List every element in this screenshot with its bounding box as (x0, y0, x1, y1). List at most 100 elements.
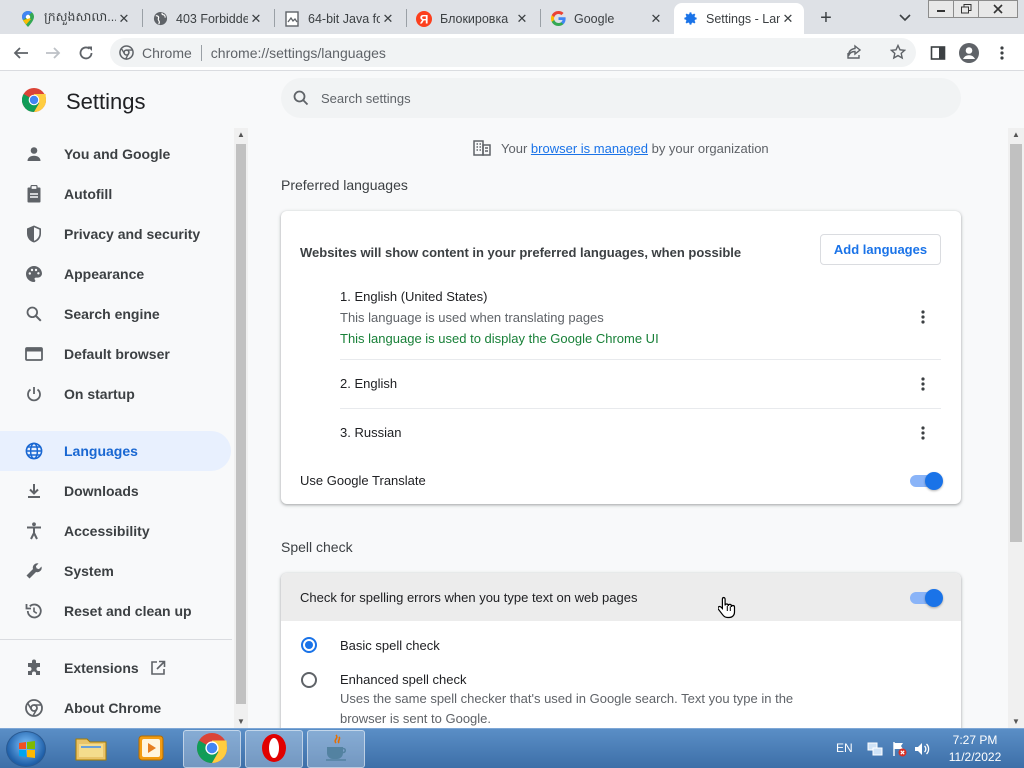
sidebar-item-downloads[interactable]: Downloads (0, 471, 231, 511)
basic-spell-check-radio[interactable] (301, 637, 317, 653)
taskbar-google-chrome[interactable] (183, 730, 241, 768)
share-icon[interactable] (846, 44, 862, 63)
language-options-kebab-icon[interactable] (913, 374, 933, 394)
sidebar-item-on-startup[interactable]: On startup (0, 374, 231, 414)
wrench-icon (24, 561, 44, 581)
tab-403-forbidden[interactable]: 403 Forbidden ✕ (144, 3, 272, 34)
sidebar-item-search-engine[interactable]: Search engine (0, 294, 231, 334)
sidebar-item-you-and-google[interactable]: You and Google (0, 134, 231, 174)
tab-maps[interactable]: ក្រសួងសាលា... ✕ (12, 3, 140, 34)
close-icon[interactable]: ✕ (248, 11, 264, 27)
sidebar-item-autofill[interactable]: Autofill (0, 174, 231, 214)
back-button[interactable] (8, 40, 34, 66)
profile-avatar[interactable] (956, 40, 982, 66)
spell-check-toggle[interactable] (910, 589, 943, 607)
scroll-down-arrow-icon[interactable]: ▼ (234, 717, 248, 726)
action-center-flag-icon[interactable] (891, 741, 907, 757)
close-icon[interactable]: ✕ (380, 11, 396, 27)
taskbar-opera[interactable] (245, 730, 303, 768)
windows-taskbar: EN 7:27 PM 11/2/2022 (0, 728, 1024, 768)
new-tab-button[interactable]: + (814, 6, 838, 30)
close-icon[interactable]: ✕ (116, 11, 132, 27)
sidebar-item-appearance[interactable]: Appearance (0, 254, 231, 294)
tab-google[interactable]: Google ✕ (542, 3, 672, 34)
window-close-button[interactable] (978, 0, 1018, 18)
google-translate-toggle[interactable] (910, 472, 943, 490)
basic-spell-check-label: Basic spell check (340, 638, 440, 653)
tab-yandex[interactable]: Я Блокировка ✕ (408, 3, 538, 34)
language-item: 2. English (340, 376, 398, 391)
minimize-button[interactable] (928, 0, 954, 18)
reload-button[interactable] (73, 40, 99, 66)
clock-date: 11/2/2022 (948, 750, 1002, 764)
system-clock[interactable]: 7:27 PM 11/2/2022 (940, 732, 1010, 766)
managed-notice: Your browser is managed by your organiza… (473, 140, 769, 156)
sidebar-item-default-browser[interactable]: Default browser (0, 334, 231, 374)
restore-button[interactable] (953, 0, 979, 18)
search-settings[interactable] (281, 78, 961, 118)
menu-kebab-icon[interactable] (989, 40, 1015, 66)
person-icon (24, 144, 44, 164)
language-options-kebab-icon[interactable] (913, 423, 933, 443)
sidebar-item-privacy-and-security[interactable]: Privacy and security (0, 214, 231, 254)
tab-settings[interactable]: Settings - Languages ✕ (674, 3, 804, 34)
scroll-down-arrow-icon[interactable]: ▼ (1008, 717, 1024, 726)
building-icon (473, 140, 491, 156)
spell-check-toggle-row[interactable]: Check for spelling errors when you type … (281, 573, 961, 621)
taskbar-media-player[interactable] (122, 730, 180, 768)
google-icon (550, 11, 566, 27)
sidebar-item-about-chrome[interactable]: About Chrome (0, 688, 231, 728)
maps-pin-icon (20, 10, 36, 27)
enhanced-spell-check-radio[interactable] (301, 672, 317, 688)
settings-brand: Settings (21, 88, 146, 115)
side-panel-icon[interactable] (925, 40, 951, 66)
external-link-icon (150, 660, 166, 679)
network-icon[interactable] (867, 741, 883, 757)
close-icon[interactable]: ✕ (648, 11, 664, 27)
preferred-languages-description: Websites will show content in your prefe… (300, 245, 742, 260)
sidebar-item-accessibility[interactable]: Accessibility (0, 511, 231, 551)
input-language-indicator[interactable]: EN (836, 741, 853, 755)
spell-check-toggle-label: Check for spelling errors when you type … (300, 590, 638, 605)
chrome-icon (196, 732, 227, 766)
close-icon[interactable]: ✕ (780, 11, 796, 27)
chrome-icon (24, 698, 44, 718)
sidebar-scrollbar[interactable]: ▲ ▼ (234, 128, 248, 728)
content-scrollbar[interactable]: ▲ ▼ (1008, 128, 1024, 728)
language-item: 1. English (United States) This language… (340, 289, 659, 346)
taskbar-file-explorer[interactable] (62, 730, 120, 768)
sidebar-item-system[interactable]: System (0, 551, 231, 591)
clock-time: 7:27 PM (952, 733, 998, 747)
scroll-up-arrow-icon[interactable]: ▲ (1008, 130, 1024, 139)
omnibox-scheme: Chrome (142, 44, 192, 61)
taskbar-java[interactable] (307, 730, 365, 768)
language-options-kebab-icon[interactable] (913, 307, 933, 327)
puzzle-icon (24, 658, 44, 678)
scroll-up-arrow-icon[interactable]: ▲ (234, 130, 248, 139)
chrome-icon (119, 45, 134, 63)
start-button[interactable] (6, 731, 46, 767)
sidebar-item-languages[interactable]: Languages (0, 431, 231, 471)
browser-managed-link[interactable]: browser is managed (531, 141, 648, 156)
sidebar-item-extensions[interactable]: Extensions (0, 648, 231, 688)
volume-icon[interactable] (914, 741, 930, 757)
address-bar[interactable]: Chrome chrome://settings/languages (110, 38, 916, 67)
enhanced-spell-check-description: Uses the same spell checker that's used … (340, 691, 794, 726)
accessibility-icon (24, 521, 44, 541)
spell-check-heading: Spell check (281, 539, 353, 555)
svg-text:Я: Я (420, 12, 429, 26)
close-icon[interactable]: ✕ (514, 11, 530, 27)
shield-icon (24, 224, 44, 244)
add-languages-button[interactable]: Add languages (820, 234, 941, 265)
search-icon (24, 304, 44, 324)
history-icon (24, 601, 44, 621)
forward-button[interactable] (40, 40, 66, 66)
bookmark-star-icon[interactable] (889, 43, 907, 63)
tab-search-chevron-icon[interactable] (893, 6, 917, 30)
sidebar-item-reset-and-clean-up[interactable]: Reset and clean up (0, 591, 231, 631)
tab-java[interactable]: 64-bit Java for Windows ✕ (276, 3, 404, 34)
preferred-languages-card: Websites will show content in your prefe… (281, 211, 961, 504)
java-icon (323, 733, 349, 766)
power-icon (24, 384, 44, 404)
search-input[interactable] (321, 90, 881, 106)
